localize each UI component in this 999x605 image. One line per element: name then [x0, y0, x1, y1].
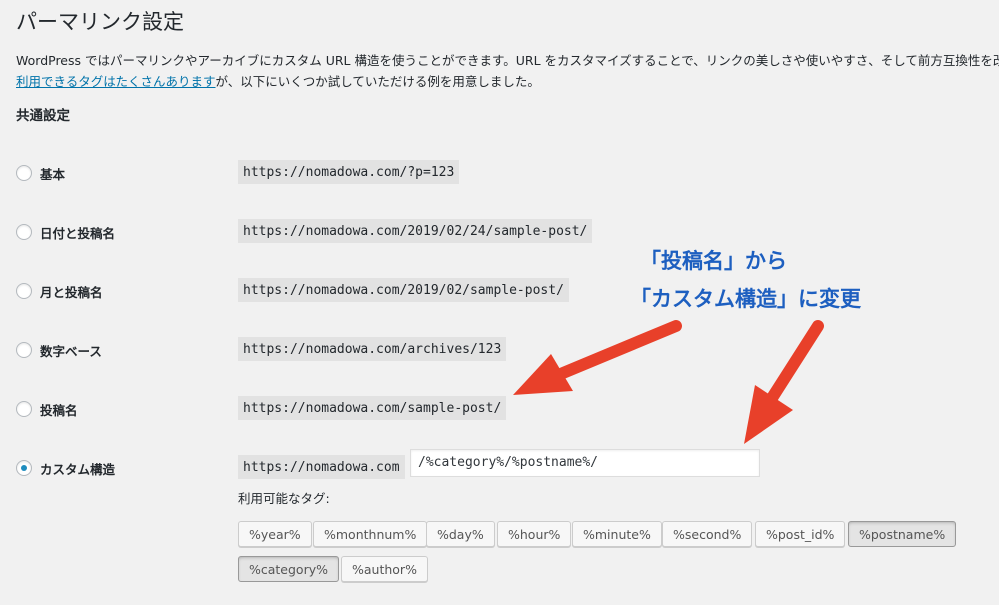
- tag-button-minute[interactable]: %minute%: [572, 521, 662, 547]
- option-url-example: https://nomadowa.com/sample-post/: [238, 396, 507, 420]
- permalink-option-custom[interactable]: カスタム構造 https://nomadowa.com /%category%/…: [16, 449, 976, 483]
- option-url-example: https://nomadowa.com/2019/02/sample-post…: [238, 278, 569, 302]
- option-url-example: https://nomadowa.com/?p=123: [238, 160, 460, 184]
- tag-button-second[interactable]: %second%: [662, 521, 753, 547]
- permalink-option-day-name[interactable]: 日付と投稿名 https://nomadowa.com/2019/02/24/s…: [16, 219, 976, 247]
- intro-line-2-rest: が、以下にいくつか試していただける例を用意しました。: [215, 74, 540, 89]
- option-label[interactable]: 日付と投稿名: [40, 223, 115, 242]
- radio-post-name[interactable]: [16, 401, 32, 417]
- tag-button-postname[interactable]: %postname%: [848, 521, 957, 547]
- radio-day-name[interactable]: [16, 224, 32, 240]
- radio-month-name[interactable]: [16, 283, 32, 299]
- option-label[interactable]: 投稿名: [40, 400, 78, 419]
- option-url-example: https://nomadowa.com/archives/123: [238, 337, 507, 361]
- annotation-line-1: 「投稿名」から: [640, 249, 787, 273]
- permalink-option-plain[interactable]: 基本 https://nomadowa.com/?p=123: [16, 160, 976, 188]
- permalink-option-numeric[interactable]: 数字ベース https://nomadowa.com/archives/123: [16, 337, 976, 365]
- radio-plain[interactable]: [16, 165, 32, 181]
- radio-numeric[interactable]: [16, 342, 32, 358]
- section-title: 共通設定: [16, 108, 70, 124]
- tag-button-post-id[interactable]: %post_id%: [755, 521, 846, 547]
- permalink-option-post-name[interactable]: 投稿名 https://nomadowa.com/sample-post/: [16, 396, 976, 424]
- option-label[interactable]: 月と投稿名: [40, 282, 103, 301]
- available-tags-link[interactable]: 利用できるタグはたくさんあります: [16, 74, 216, 89]
- custom-structure-input[interactable]: /%category%/%postname%/: [410, 449, 760, 477]
- custom-base-url: https://nomadowa.com: [238, 455, 405, 479]
- intro-line-1: WordPress ではパーマリンクやアーカイブにカスタム URL 構造を使うこ…: [16, 53, 999, 68]
- option-label[interactable]: 数字ベース: [40, 341, 102, 360]
- intro-line-2: 利用できるタグはたくさんありますが、以下にいくつか試していただける例を用意しまし…: [16, 71, 999, 92]
- tag-button-author[interactable]: %author%: [341, 556, 428, 582]
- intro-text: WordPress ではパーマリンクやアーカイブにカスタム URL 構造を使うこ…: [16, 50, 999, 92]
- page-title: パーマリンク設定: [16, 10, 184, 34]
- tag-button-day[interactable]: %day%: [426, 521, 495, 547]
- tag-button-hour[interactable]: %hour%: [497, 521, 572, 547]
- option-url-example: https://nomadowa.com/2019/02/24/sample-p…: [238, 219, 593, 243]
- available-tags-label: 利用可能なタグ:: [238, 491, 330, 506]
- annotation-line-2: 「カスタム構造」に変更: [630, 287, 861, 311]
- option-label[interactable]: 基本: [40, 164, 65, 183]
- tag-button-category[interactable]: %category%: [238, 556, 339, 582]
- tag-button-year[interactable]: %year%: [238, 521, 312, 547]
- option-label[interactable]: カスタム構造: [40, 459, 115, 478]
- tag-button-monthnum[interactable]: %monthnum%: [313, 521, 428, 547]
- radio-custom[interactable]: [16, 460, 32, 476]
